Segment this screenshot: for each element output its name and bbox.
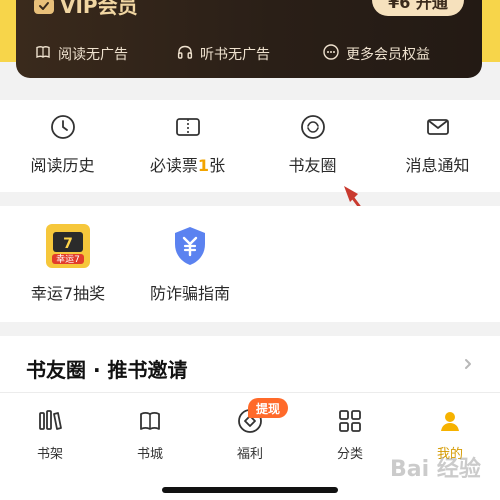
- ticket-count: 1: [197, 156, 210, 175]
- quick-action-message-notifications[interactable]: 消息通知: [375, 112, 500, 182]
- promo-anti-fraud-guide[interactable]: 防诈骗指南: [142, 224, 238, 304]
- category-icon: [336, 407, 364, 435]
- more-icon: [322, 43, 340, 65]
- nav-label: 分类: [336, 447, 363, 462]
- headphones-icon: [176, 43, 194, 65]
- promo-label: 幸运7抽奖: [30, 284, 106, 303]
- perk-no-ads-listening[interactable]: 听书无广告: [176, 43, 270, 65]
- quick-action-book-friends[interactable]: 书友圈: [250, 112, 375, 182]
- svg-text:7: 7: [63, 236, 73, 252]
- vip-card[interactable]: VIP会员 ¥6 开通 阅读无广告 听书无广告 更多会员权益: [16, 0, 482, 78]
- bookstore-icon: [136, 407, 164, 435]
- lucky-icon-text: 幸运7: [56, 254, 80, 265]
- profile-icon: [436, 407, 464, 435]
- quick-action-label: 阅读历史: [30, 156, 95, 175]
- ticket-label-after: 张: [209, 156, 226, 175]
- perk-label: 阅读无广告: [58, 47, 128, 63]
- home-indicator: [162, 487, 338, 493]
- vip-check-icon: [34, 0, 54, 14]
- quick-action-reading-history[interactable]: 阅读历史: [0, 112, 125, 182]
- lucky-7-icon: 7 幸运7: [46, 224, 90, 268]
- ticket-label-before: 必读票: [149, 156, 198, 175]
- quick-action-label: 必读票1张: [150, 152, 225, 176]
- vip-header: VIP会员: [34, 0, 138, 16]
- vip-open-button[interactable]: ¥6 开通: [372, 0, 464, 16]
- ticket-icon: [175, 114, 201, 140]
- nav-label: 书城: [136, 447, 163, 462]
- vip-title: VIP会员: [60, 0, 138, 18]
- nav-label: 书架: [36, 447, 63, 462]
- nav-bookshelf[interactable]: 书架: [0, 407, 100, 467]
- bookshelf-icon: [36, 407, 64, 435]
- promo-lucky-7[interactable]: 7 幸运7 幸运7抽奖: [20, 224, 116, 304]
- book-circle-icon: [300, 114, 326, 140]
- clock-icon: [50, 114, 76, 140]
- shield-yen-icon: [169, 224, 211, 268]
- quick-actions-panel: 阅读历史 必读票1张 书友圈 消息通知: [0, 100, 500, 192]
- book-friends-title: 书友圈 · 推书邀请: [26, 358, 188, 382]
- vip-perks: 阅读无广告 听书无广告 更多会员权益: [16, 42, 482, 66]
- nav-bookstore[interactable]: 书城: [100, 407, 200, 467]
- quick-action-must-read-ticket[interactable]: 必读票1张: [125, 112, 250, 182]
- book-icon: [34, 43, 52, 65]
- promo-panel: 7 幸运7 幸运7抽奖 防诈骗指南: [0, 206, 500, 322]
- perk-more-benefits[interactable]: 更多会员权益: [322, 43, 430, 65]
- book-friends-banner[interactable]: 书友圈 · 推书邀请: [0, 336, 500, 396]
- baidu-watermark: Bai 经验: [390, 456, 481, 482]
- chevron-right-icon: [465, 359, 471, 369]
- watermark-text: Bai 经验: [390, 456, 481, 482]
- quick-action-label: 消息通知: [405, 156, 470, 175]
- promo-label: 防诈骗指南: [149, 284, 230, 303]
- withdraw-badge: 提现: [248, 398, 289, 418]
- perk-no-ads-reading[interactable]: 阅读无广告: [34, 43, 128, 65]
- nav-label: 福利: [236, 447, 263, 462]
- mail-icon: [425, 114, 451, 140]
- quick-action-label: 书友圈: [288, 156, 337, 175]
- perk-label: 更多会员权益: [346, 47, 430, 63]
- perk-label: 听书无广告: [200, 47, 270, 63]
- nav-category[interactable]: 分类: [300, 407, 400, 467]
